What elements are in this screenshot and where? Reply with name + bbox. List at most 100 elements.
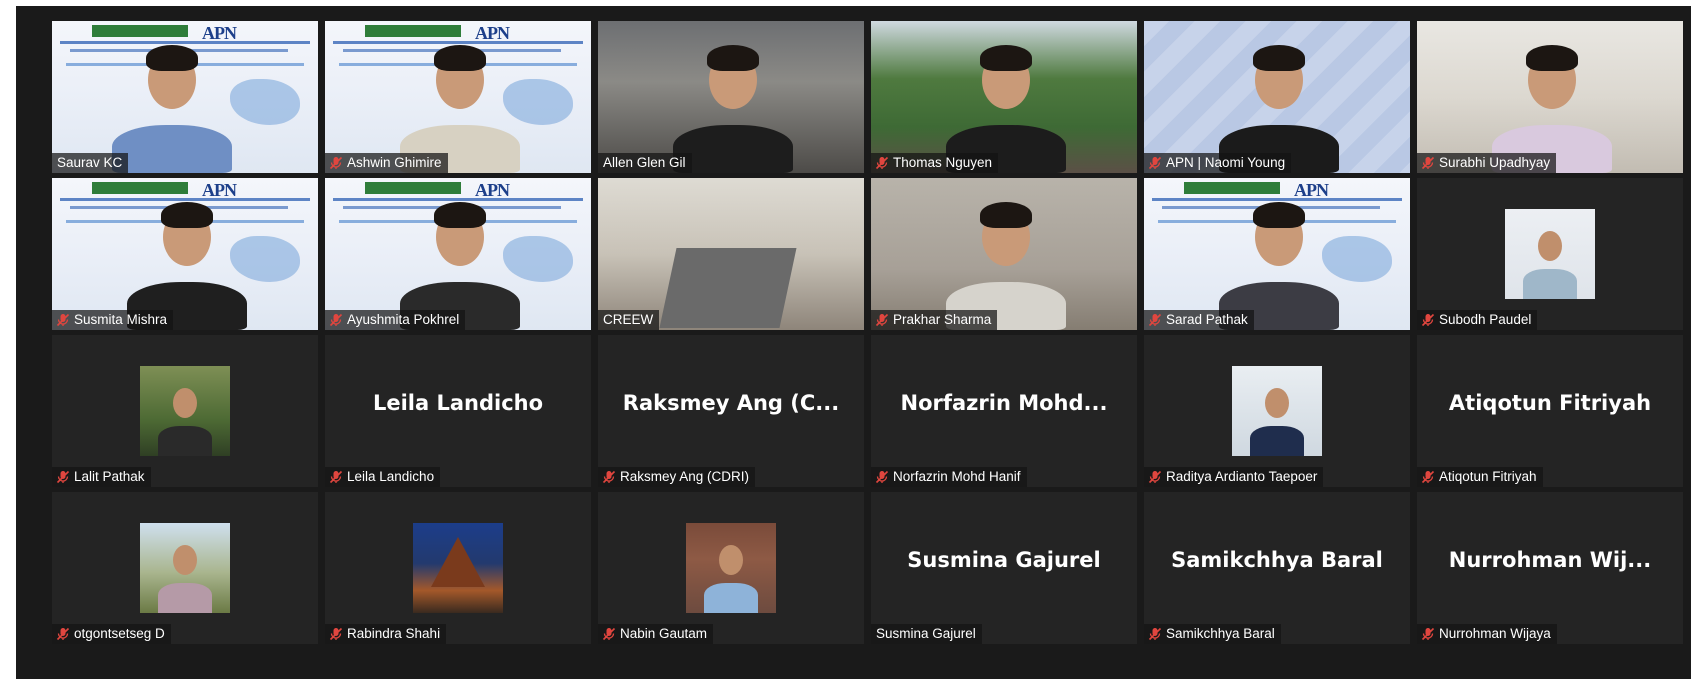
mic-muted-icon	[56, 627, 70, 641]
slide-logo: APN	[202, 180, 237, 200]
participant-tile[interactable]: Prakhar Sharma	[871, 178, 1137, 330]
participant-tile[interactable]: Atiqotun Fitriyah Atiqotun Fitriyah	[1417, 335, 1683, 487]
video-feed: APN	[1144, 178, 1410, 330]
participant-tile[interactable]: APN Sarad Pathak	[1144, 178, 1410, 330]
participant-name-label: Leila Landicho	[325, 467, 441, 487]
mic-muted-icon	[875, 313, 889, 327]
participant-tile[interactable]: Raksmey Ang (C... Raksmey Ang (CDRI)	[598, 335, 864, 487]
participant-name: Nurrohman Wijaya	[1439, 626, 1551, 641]
profile-picture	[413, 523, 503, 613]
participant-tile[interactable]: APN | Naomi Young	[1144, 21, 1410, 173]
participant-name: Ayushmita Pokhrel	[347, 312, 460, 327]
participant-name: Lalit Pathak	[74, 469, 145, 484]
mic-muted-icon	[875, 156, 889, 170]
profile-picture	[1505, 209, 1595, 299]
video-feed	[871, 21, 1137, 173]
mic-muted-icon	[1148, 313, 1162, 327]
video-feed: APN	[325, 178, 591, 330]
participant-name: Susmina Gajurel	[876, 626, 976, 641]
participant-name-label: Susmita Mishra	[52, 310, 174, 330]
participant-name-label: Surabhi Upadhyay	[1417, 153, 1557, 173]
participant-tile[interactable]: Susmina Gajurel Susmina Gajurel	[871, 492, 1137, 644]
video-feed	[1417, 21, 1683, 173]
mic-muted-icon	[602, 627, 616, 641]
participant-name-label: Thomas Nguyen	[871, 153, 999, 173]
profile-picture	[686, 523, 776, 613]
participant-name-label: Nurrohman Wijaya	[1417, 624, 1557, 644]
mic-muted-icon	[1148, 627, 1162, 641]
video-feed: APN	[325, 21, 591, 173]
participant-display-name: Susmina Gajurel	[907, 548, 1101, 572]
participant-tile[interactable]: Thomas Nguyen	[871, 21, 1137, 173]
profile-picture	[140, 366, 230, 456]
participant-name: Samikchhya Baral	[1166, 626, 1275, 641]
participant-name: Ashwin Ghimire	[347, 155, 442, 170]
participant-name: APN | Naomi Young	[1166, 155, 1286, 170]
participant-name-label: Subodh Paudel	[1417, 310, 1538, 330]
participant-name-label: otgontsetseg D	[52, 624, 171, 644]
participant-display-name: Samikchhya Baral	[1171, 548, 1383, 572]
participant-tile[interactable]: Rabindra Shahi	[325, 492, 591, 644]
participant-tile[interactable]: otgontsetseg D	[52, 492, 318, 644]
participant-name-label: Raditya Ardianto Taepoer	[1144, 467, 1324, 487]
participant-name: Norfazrin Mohd Hanif	[893, 469, 1021, 484]
participant-name-label: Rabindra Shahi	[325, 624, 447, 644]
participant-name: Rabindra Shahi	[347, 626, 441, 641]
participant-display-name: Atiqotun Fitriyah	[1448, 391, 1652, 415]
participant-name-label: Allen Glen Gil	[598, 153, 692, 173]
participant-name-label: Sarad Pathak	[1144, 310, 1254, 330]
participant-tile[interactable]: APN Saurav KC	[52, 21, 318, 173]
profile-picture	[140, 523, 230, 613]
participant-tile[interactable]: Surabhi Upadhyay	[1417, 21, 1683, 173]
mic-muted-icon	[602, 470, 616, 484]
mic-muted-icon	[329, 470, 343, 484]
participant-name: Leila Landicho	[347, 469, 435, 484]
participant-tile[interactable]: Lalit Pathak	[52, 335, 318, 487]
mic-muted-icon	[875, 470, 889, 484]
participant-name: otgontsetseg D	[74, 626, 165, 641]
mic-muted-icon	[1148, 156, 1162, 170]
participant-tile[interactable]: Nurrohman Wij... Nurrohman Wijaya	[1417, 492, 1683, 644]
participant-name: Subodh Paudel	[1439, 312, 1532, 327]
mic-muted-icon	[329, 627, 343, 641]
participant-name: Prakhar Sharma	[893, 312, 992, 327]
participant-name: Saurav KC	[57, 155, 123, 170]
participant-tile[interactable]: CREEW	[598, 178, 864, 330]
participant-tile[interactable]: APN Susmita Mishra	[52, 178, 318, 330]
participant-tile[interactable]: Raditya Ardianto Taepoer	[1144, 335, 1410, 487]
slide-logo: APN	[1294, 180, 1329, 200]
participant-display-name: Leila Landicho	[372, 391, 544, 415]
participant-tile[interactable]: APN Ayushmita Pokhrel	[325, 178, 591, 330]
meeting-gallery-view: APN Saurav KC APN Ashwin Ghimire Allen Glen …	[16, 6, 1691, 679]
participant-tile[interactable]: Norfazrin Mohd... Norfazrin Mohd Hanif	[871, 335, 1137, 487]
participant-name-label: Lalit Pathak	[52, 467, 151, 487]
participant-name-label: Nabin Gautam	[598, 624, 714, 644]
participant-name-label: Norfazrin Mohd Hanif	[871, 467, 1027, 487]
participant-display-name: Nurrohman Wij...	[1448, 548, 1652, 572]
mic-muted-icon	[1148, 470, 1162, 484]
video-feed	[1144, 21, 1410, 173]
participant-tile[interactable]: Samikchhya Baral Samikchhya Baral	[1144, 492, 1410, 644]
participant-display-name: Raksmey Ang (C...	[622, 391, 840, 415]
participant-tile[interactable]: Leila Landicho Leila Landicho	[325, 335, 591, 487]
participant-name: Sarad Pathak	[1166, 312, 1248, 327]
participant-tile[interactable]: Subodh Paudel	[1417, 178, 1683, 330]
participant-name: Susmita Mishra	[74, 312, 168, 327]
participant-name-label: Prakhar Sharma	[871, 310, 998, 330]
participant-name-label: CREEW	[598, 310, 660, 330]
video-feed	[598, 21, 864, 173]
participant-tile[interactable]: Allen Glen Gil	[598, 21, 864, 173]
slide-logo: APN	[202, 23, 237, 43]
profile-picture	[1232, 366, 1322, 456]
video-feed: APN	[52, 21, 318, 173]
participant-tile[interactable]: APN Ashwin Ghimire	[325, 21, 591, 173]
participant-name-label: APN | Naomi Young	[1144, 153, 1292, 173]
video-feed	[871, 178, 1137, 330]
participant-name-label: Ashwin Ghimire	[325, 153, 448, 173]
participant-name: Raksmey Ang (CDRI)	[620, 469, 750, 484]
participant-name-label: Saurav KC	[52, 153, 129, 173]
participant-tile[interactable]: Nabin Gautam	[598, 492, 864, 644]
participant-grid: APN Saurav KC APN Ashwin Ghimire Allen Glen …	[52, 21, 1683, 644]
participant-name-label: Atiqotun Fitriyah	[1417, 467, 1543, 487]
participant-name-label: Raksmey Ang (CDRI)	[598, 467, 756, 487]
